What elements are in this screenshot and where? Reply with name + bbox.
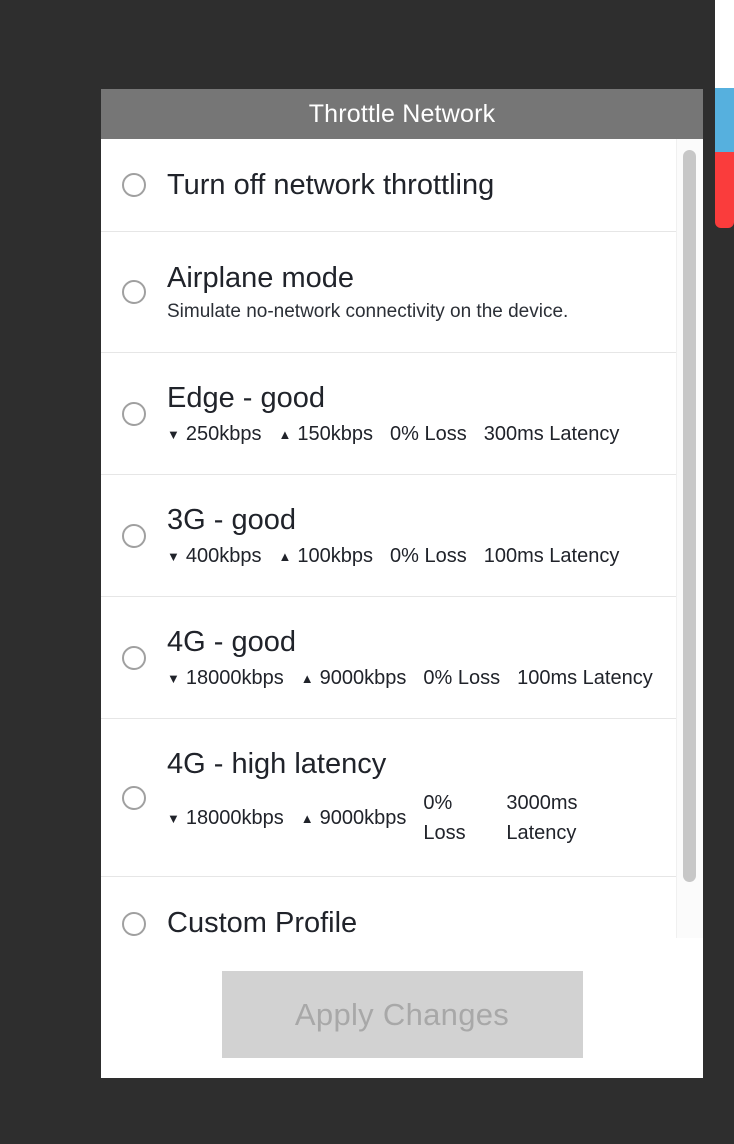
metric-download-value: 250kbps: [185, 422, 262, 445]
triangle-up-icon: ▲: [300, 810, 314, 826]
metric-loss: 0% Loss: [390, 544, 467, 567]
option-body: 4G - high latency ▼ 18000kbps ▲ 9000kbps…: [167, 747, 676, 848]
option-row-airplane-mode[interactable]: Airplane mode Simulate no-network connec…: [101, 232, 676, 353]
metric-latency: 100ms Latency: [517, 666, 653, 689]
option-metrics: ▼ 18000kbps ▲ 9000kbps 0% Loss 3000ms La…: [167, 788, 672, 848]
metric-download-value: 18000kbps: [185, 666, 284, 689]
metric-upload: ▲ 150kbps: [279, 423, 374, 446]
metric-latency: 3000ms Latency: [506, 788, 602, 848]
metric-download-value: 18000kbps: [185, 806, 284, 829]
profile-list-scroll-area[interactable]: Turn off network throttling Airplane mod…: [101, 139, 703, 938]
option-row-turn-off-throttling[interactable]: Turn off network throttling: [101, 139, 676, 232]
option-body: 4G - good ▼ 18000kbps ▲ 9000kbps 0% Loss…: [167, 625, 676, 689]
metric-upload-value: 100kbps: [297, 544, 373, 567]
metric-loss: 0% Loss: [423, 788, 489, 848]
radio-custom-profile[interactable]: [122, 911, 146, 936]
dialog-title: Throttle Network: [308, 99, 496, 128]
option-title: 4G - high latency: [167, 747, 387, 780]
option-subtitle: Simulate no-network connectivity on the …: [167, 301, 569, 323]
option-row-4g-good[interactable]: 4G - good ▼ 18000kbps ▲ 9000kbps 0% Loss…: [101, 597, 676, 719]
background-app-edge-white: [715, 0, 734, 88]
metric-latency-value: 3000ms: [506, 792, 578, 815]
radio-4g-good[interactable]: [122, 645, 146, 670]
triangle-down-icon: ▼: [167, 810, 180, 826]
radio-3g-good[interactable]: [122, 523, 146, 548]
scrollbar-track[interactable]: [676, 139, 703, 938]
option-row-3g-good[interactable]: 3G - good ▼ 400kbps ▲ 100kbps 0% Loss 10…: [101, 475, 676, 597]
option-title: Turn off network throttling: [167, 168, 495, 201]
radio-airplane-mode[interactable]: [122, 280, 146, 304]
option-title: Custom Profile: [167, 907, 358, 938]
metric-upload: ▲ 9000kbps: [301, 667, 407, 690]
metric-loss: 0% Loss: [423, 666, 501, 689]
metric-loss-label: Loss: [423, 822, 466, 845]
option-row-custom-profile[interactable]: Custom Profile: [101, 877, 676, 938]
option-body: Turn off network throttling: [167, 168, 676, 202]
radio-edge-good[interactable]: [122, 401, 146, 426]
dialog-title-bar: Throttle Network: [101, 89, 703, 139]
option-title: Airplane mode: [167, 261, 354, 294]
metric-latency: 100ms Latency: [483, 544, 620, 567]
triangle-up-icon: ▲: [278, 548, 292, 564]
metric-download: ▼ 18000kbps: [167, 667, 284, 690]
metric-loss: 0% Loss: [390, 422, 467, 445]
metric-latency: 300ms Latency: [483, 422, 620, 445]
triangle-down-icon: ▼: [167, 670, 180, 686]
background-app-edge-blue[interactable]: [715, 88, 734, 152]
metric-download: ▼ 18000kbps: [167, 807, 284, 830]
metric-upload: ▲ 9000kbps: [301, 807, 407, 830]
option-metrics: ▼ 18000kbps ▲ 9000kbps 0% Loss 100ms Lat…: [167, 667, 672, 690]
option-title: 3G - good: [167, 504, 296, 537]
triangle-down-icon: ▼: [167, 548, 180, 564]
radio-turn-off-throttling[interactable]: [122, 173, 146, 197]
option-metrics: ▼ 250kbps ▲ 150kbps 0% Loss 300ms Latenc…: [167, 423, 672, 446]
triangle-down-icon: ▼: [167, 426, 180, 442]
metric-download-value: 400kbps: [185, 544, 262, 567]
metric-download: ▼ 250kbps: [167, 423, 262, 446]
option-body: Custom Profile: [167, 906, 676, 938]
option-title: Edge - good: [167, 382, 326, 415]
option-row-4g-high-latency[interactable]: 4G - high latency ▼ 18000kbps ▲ 9000kbps…: [101, 719, 676, 877]
metric-download: ▼ 400kbps: [167, 545, 262, 568]
option-body: 3G - good ▼ 400kbps ▲ 100kbps 0% Loss 10…: [167, 503, 676, 567]
metric-upload-value: 150kbps: [297, 422, 373, 445]
option-metrics: ▼ 400kbps ▲ 100kbps 0% Loss 100ms Latenc…: [167, 545, 672, 568]
metric-loss-value: 0%: [423, 792, 453, 815]
scrollbar-thumb[interactable]: [683, 150, 696, 882]
background-app-edge-red[interactable]: [715, 152, 734, 228]
metric-latency-label: Latency: [506, 822, 577, 845]
metric-upload-value: 9000kbps: [319, 666, 407, 689]
triangle-up-icon: ▲: [300, 670, 314, 686]
dialog-footer: Apply Changes: [101, 938, 703, 1078]
option-title: 4G - good: [167, 626, 296, 659]
option-body: Airplane mode Simulate no-network connec…: [167, 261, 676, 323]
radio-4g-high-latency[interactable]: [122, 785, 146, 810]
triangle-up-icon: ▲: [278, 426, 292, 442]
apply-changes-button[interactable]: Apply Changes: [221, 971, 583, 1058]
option-row-edge-good[interactable]: Edge - good ▼ 250kbps ▲ 150kbps 0% Loss …: [101, 353, 676, 475]
metric-upload: ▲ 100kbps: [279, 545, 374, 568]
throttle-network-dialog: Throttle Network Turn off network thrott…: [101, 89, 703, 1078]
option-body: Edge - good ▼ 250kbps ▲ 150kbps 0% Loss …: [167, 381, 676, 445]
metric-upload-value: 9000kbps: [319, 806, 407, 829]
profile-list: Turn off network throttling Airplane mod…: [101, 139, 676, 938]
